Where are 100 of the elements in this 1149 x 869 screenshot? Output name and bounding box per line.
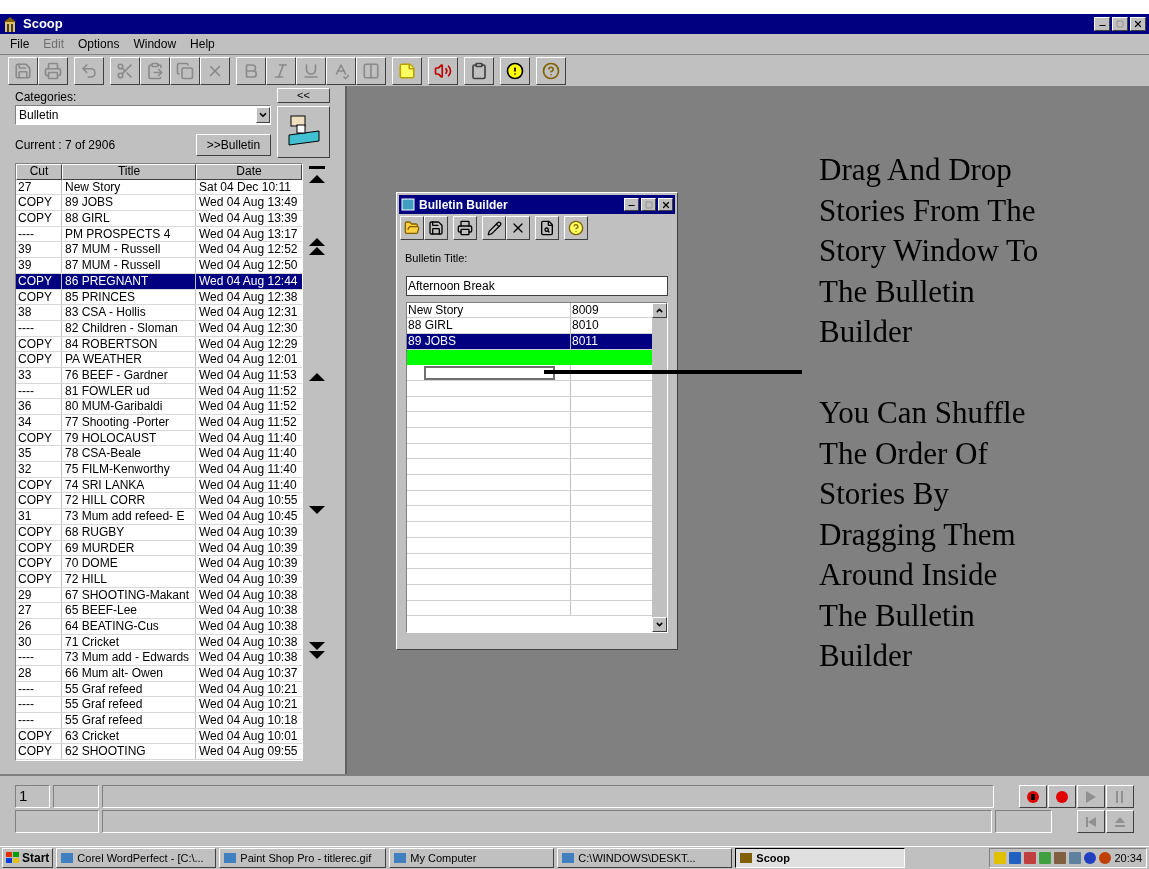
- story-row[interactable]: 27 65 BEEF-Lee Wed 04 Aug 10:38: [16, 603, 302, 619]
- column-header[interactable]: Title: [62, 164, 196, 180]
- tray-icon[interactable]: [1009, 852, 1022, 864]
- menu-item[interactable]: Window: [133, 35, 177, 53]
- rewind-button[interactable]: [1077, 810, 1105, 833]
- bulletin-row[interactable]: New Story 8009: [407, 302, 652, 319]
- menu-item[interactable]: File: [10, 35, 30, 53]
- story-row[interactable]: COPY 72 HILL Wed 04 Aug 10:39: [16, 571, 302, 588]
- clipboard-button[interactable]: [464, 56, 494, 85]
- maximize-button[interactable]: [1112, 17, 1128, 31]
- story-row[interactable]: COPY 74 SRI LANKA Wed 04 Aug 11:40: [16, 477, 302, 494]
- story-row[interactable]: 28 66 Mum alt- Owen Wed 04 Aug 10:37: [16, 666, 302, 682]
- start-button[interactable]: Start: [2, 848, 54, 868]
- date-cell-text: Wed 04 Aug 10:18: [198, 713, 299, 728]
- story-row[interactable]: 27 New Story Sat 04 Dec 10:11: [16, 179, 302, 196]
- story-row[interactable]: COPY PA WEATHER Wed 04 Aug 12:01: [16, 352, 302, 368]
- story-row[interactable]: ---- 55 Graf refeed Wed 04 Aug 10:18: [16, 713, 302, 729]
- story-row[interactable]: 35 78 CSA-Beale Wed 04 Aug 11:40: [16, 446, 302, 463]
- preview-button[interactable]: [535, 216, 559, 240]
- eject-button[interactable]: [1106, 810, 1134, 833]
- taskbar-button[interactable]: C:\WINDOWS\DESKT...: [557, 848, 733, 868]
- story-row[interactable]: 34 77 Shooting -Porter Wed 04 Aug 11:52: [16, 415, 302, 431]
- app-icon: [739, 852, 754, 864]
- story-row[interactable]: COPY 89 JOBS Wed 04 Aug 13:49: [16, 195, 302, 212]
- close-button[interactable]: [1130, 17, 1146, 31]
- story-row[interactable]: 38 83 CSA - Hollis Wed 04 Aug 12:31: [16, 305, 302, 321]
- play-button[interactable]: [1077, 785, 1105, 808]
- story-row[interactable]: ---- 81 FOWLER ud Wed 04 Aug 11:52: [16, 383, 302, 400]
- open-button[interactable]: [400, 216, 424, 240]
- story-row[interactable]: 32 75 FILM-Kenworthy Wed 04 Aug 11:40: [16, 462, 302, 478]
- story-row[interactable]: ---- 82 Children - Sloman Wed 04 Aug 12:30: [16, 320, 302, 337]
- menu-item[interactable]: Options: [78, 35, 120, 53]
- help-button[interactable]: [564, 216, 588, 240]
- tray-icon[interactable]: [1099, 852, 1112, 864]
- scroll-up-icon[interactable]: [308, 372, 326, 383]
- record-button[interactable]: [1048, 785, 1076, 808]
- story-row[interactable]: ---- 73 Mum add - Edwards Wed 04 Aug 10:38: [16, 650, 302, 666]
- column-header[interactable]: Date: [196, 164, 302, 180]
- story-row[interactable]: ---- PM PROSPECTS 4 Wed 04 Aug 13:17: [16, 226, 302, 243]
- story-row[interactable]: 39 87 MUM - Russell Wed 04 Aug 12:52: [16, 242, 302, 259]
- story-row[interactable]: COPY 70 DOME Wed 04 Aug 10:39: [16, 556, 302, 572]
- page-down-icon[interactable]: [308, 641, 326, 661]
- stop-record-button[interactable]: [1019, 785, 1047, 808]
- story-row[interactable]: COPY 88 GIRL Wed 04 Aug 13:39: [16, 211, 302, 227]
- tray-icon[interactable]: [1054, 852, 1067, 864]
- cut-cell: 31: [16, 509, 62, 524]
- story-row[interactable]: ---- 55 Graf refeed Wed 04 Aug 10:21: [16, 681, 302, 698]
- story-row[interactable]: COPY 63 Cricket Wed 04 Aug 10:01: [16, 728, 302, 745]
- story-title-cell: 88 GIRL: [407, 318, 571, 333]
- scroll-down-icon[interactable]: [308, 505, 326, 516]
- story-row[interactable]: COPY 79 HOLOCAUST Wed 04 Aug 11:40: [16, 430, 302, 447]
- story-row[interactable]: 29 67 SHOOTING-Makant Wed 04 Aug 10:38: [16, 587, 302, 604]
- collapse-button[interactable]: <<: [277, 88, 330, 103]
- bulletin-row[interactable]: 88 GIRL 8010: [407, 318, 652, 334]
- taskbar-button[interactable]: Paint Shop Pro - titlerec.gif: [219, 848, 387, 868]
- story-row[interactable]: COPY 68 RUGBY Wed 04 Aug 10:39: [16, 524, 302, 541]
- page-up-icon[interactable]: [308, 237, 326, 257]
- scroll-top-icon[interactable]: [308, 165, 326, 185]
- story-row[interactable]: 36 80 MUM-Garibaldi Wed 04 Aug 11:52: [16, 399, 302, 415]
- story-row[interactable]: COPY 69 MURDER Wed 04 Aug 10:39: [16, 540, 302, 557]
- taskbar-button[interactable]: Corel WordPerfect - [C:\...: [56, 848, 217, 868]
- scrollbar[interactable]: [652, 302, 667, 632]
- maximize-icon: [644, 200, 653, 209]
- minimize-button[interactable]: [1094, 17, 1110, 31]
- title-cell: 81 FOWLER ud: [62, 383, 196, 399]
- delete-button[interactable]: [506, 216, 530, 240]
- help-button[interactable]: [536, 56, 566, 85]
- pause-button[interactable]: [1106, 785, 1134, 808]
- taskbar-button[interactable]: Scoop: [735, 848, 906, 868]
- speaker-button[interactable]: [428, 56, 458, 85]
- menu-item[interactable]: Help: [190, 35, 215, 53]
- bulletin-button[interactable]: >>Bulletin: [196, 134, 271, 156]
- story-row[interactable]: COPY 72 HILL CORR Wed 04 Aug 10:55: [16, 493, 302, 510]
- edit-button[interactable]: [482, 216, 506, 240]
- tray-button[interactable]: [277, 106, 330, 158]
- story-row[interactable]: 30 71 Cricket Wed 04 Aug 10:38: [16, 634, 302, 651]
- empty-field: [52, 785, 100, 808]
- story-row[interactable]: 31 73 Mum add refeed- E Wed 04 Aug 10:45: [16, 509, 302, 525]
- story-row[interactable]: 26 64 BEATING-Cus Wed 04 Aug 10:38: [16, 618, 302, 635]
- story-row[interactable]: COPY 62 SHOOTING Wed 04 Aug 09:55: [16, 744, 302, 761]
- story-row[interactable]: 33 76 BEEF - Gardner Wed 04 Aug 11:53: [16, 367, 302, 384]
- print-button[interactable]: [453, 216, 477, 240]
- bulletin-title-field[interactable]: Afternoon Break: [406, 275, 668, 296]
- save-button[interactable]: [424, 216, 448, 240]
- story-row[interactable]: COPY 84 ROBERTSON Wed 04 Aug 12:29: [16, 336, 302, 353]
- category-dropdown[interactable]: Bulletin: [15, 105, 271, 125]
- close-button[interactable]: [658, 198, 673, 211]
- story-row[interactable]: ---- 55 Graf refeed Wed 04 Aug 10:21: [16, 697, 302, 714]
- story-row[interactable]: 39 87 MUM - Russell Wed 04 Aug 12:50: [16, 258, 302, 274]
- alert-button[interactable]: [500, 56, 530, 85]
- taskbar-button[interactable]: My Computer: [389, 848, 555, 868]
- cut-cell: 28: [16, 666, 62, 681]
- minimize-button[interactable]: [624, 198, 639, 211]
- note-button[interactable]: [392, 56, 422, 85]
- maximize-button[interactable]: [641, 198, 656, 211]
- tray-icon[interactable]: [1084, 852, 1097, 864]
- column-header[interactable]: Cut: [16, 164, 62, 180]
- story-row[interactable]: COPY 85 PRINCES Wed 04 Aug 12:38: [16, 289, 302, 306]
- tray-icon[interactable]: [1024, 852, 1037, 864]
- eject-icon: [1114, 815, 1126, 828]
